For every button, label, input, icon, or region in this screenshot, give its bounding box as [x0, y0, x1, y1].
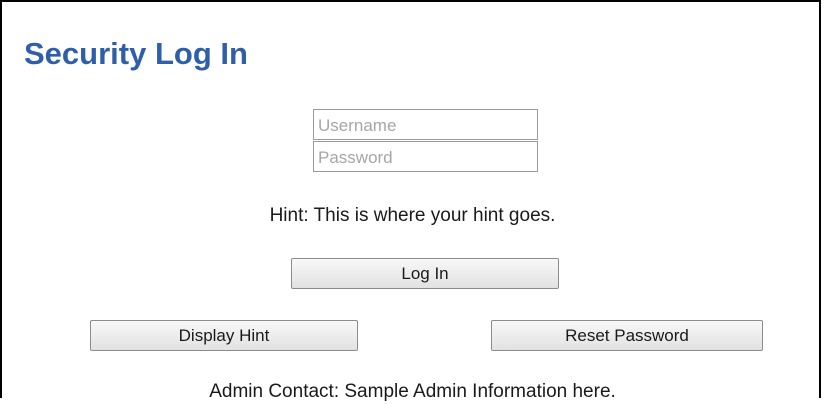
page-title: Security Log In: [24, 36, 248, 71]
hint-text: Hint: This is where your hint goes.: [269, 205, 556, 226]
admin-contact-text: Admin Contact: Sample Admin Information …: [209, 381, 616, 402]
log-in-button[interactable]: Log In: [291, 258, 559, 289]
login-panel: Security Log In Hint: This is where your…: [0, 0, 821, 402]
reset-password-button[interactable]: Reset Password: [491, 320, 763, 351]
password-input[interactable]: [313, 141, 538, 172]
username-input[interactable]: [313, 109, 538, 140]
display-hint-button[interactable]: Display Hint: [90, 320, 358, 351]
